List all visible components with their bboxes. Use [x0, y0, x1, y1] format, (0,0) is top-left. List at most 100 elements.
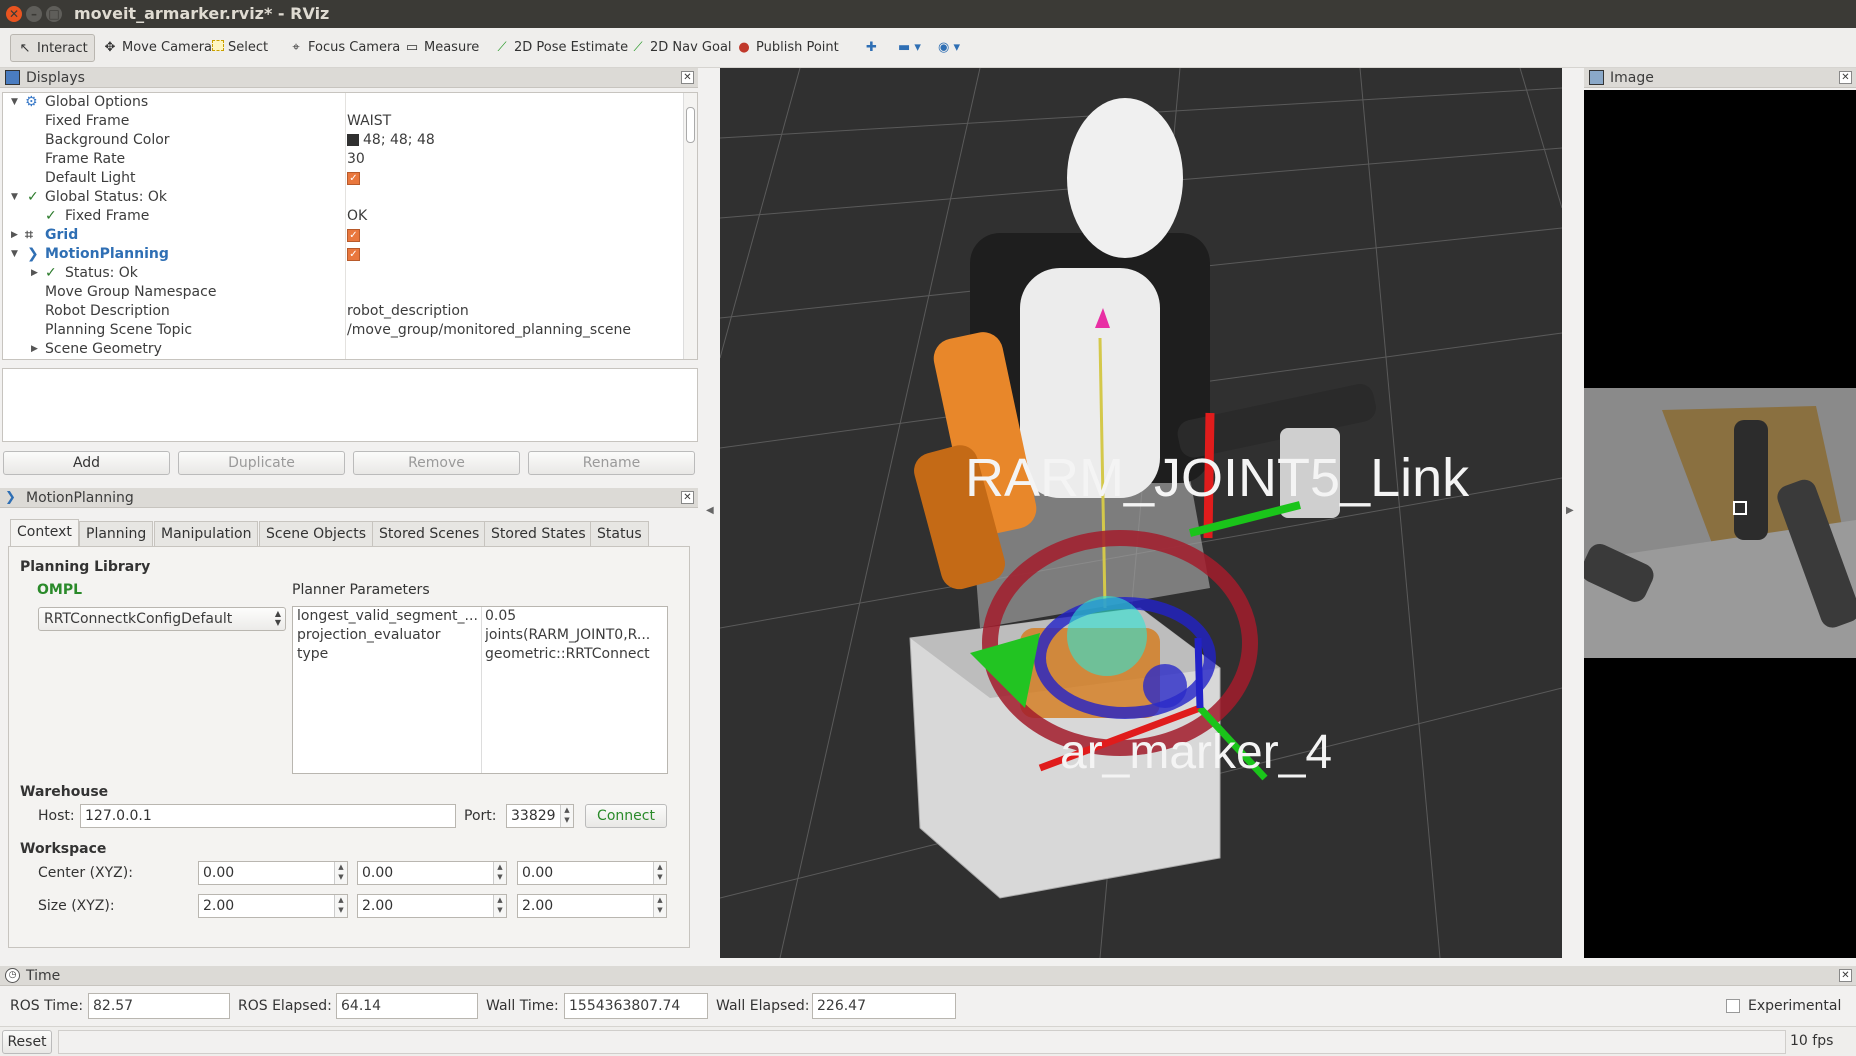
param-value[interactable]: geometric::RRTConnect [485, 645, 665, 664]
row-value[interactable]: WAIST [347, 112, 391, 131]
port-input[interactable]: 33829 ▲ ▼ [506, 804, 574, 828]
moveit-icon: ❯ [5, 490, 16, 505]
expand-arrow-icon[interactable]: ▼ [11, 188, 21, 207]
spin-arrows-icon[interactable]: ▲ ▼ [334, 895, 347, 917]
row-value[interactable]: /move_group/monitored_planning_scene [347, 321, 631, 340]
move-camera-tool-button[interactable]: ✥ Move Camera [96, 34, 218, 62]
size-x-input[interactable]: 2.00 ▲ ▼ [198, 894, 348, 918]
collapse-left-handle-icon[interactable]: ◀ [706, 505, 714, 516]
tab-scene-objects[interactable]: Scene Objects [259, 521, 374, 547]
spin-arrows-icon[interactable]: ▲ ▼ [560, 805, 573, 827]
remove-tool-icon[interactable]: ▬ ▾ [892, 34, 927, 62]
tree-row-grid[interactable]: ▶ ⌗ Grid ✓ [3, 226, 683, 245]
tab-planning[interactable]: Planning [79, 521, 154, 547]
expand-arrow-icon[interactable]: ▼ [11, 93, 21, 112]
ros-time-field[interactable]: 82.57 [88, 993, 230, 1019]
center-z-input[interactable]: 0.00 ▲ ▼ [517, 861, 667, 885]
library-name: OMPL [37, 582, 83, 598]
row-value[interactable]: robot_description [347, 302, 469, 321]
default-light-checkbox[interactable]: ✓ [347, 169, 360, 188]
reset-button[interactable]: Reset [2, 1030, 52, 1054]
tree-row-planning-scene-topic[interactable]: Planning Scene Topic /move_group/monitor… [3, 321, 683, 340]
spin-arrows-icon[interactable]: ▲ ▼ [653, 862, 666, 884]
close-icon[interactable]: ✕ [1839, 969, 1852, 982]
param-value[interactable]: 0.05 [485, 607, 665, 626]
host-input[interactable]: 127.0.0.1 [80, 804, 456, 828]
spin-arrows-icon[interactable]: ▲ ▼ [493, 895, 506, 917]
tab-stored-states[interactable]: Stored States [484, 521, 593, 547]
tree-row-default-light[interactable]: Default Light ✓ [3, 169, 683, 188]
grid-checkbox[interactable]: ✓ [347, 226, 360, 245]
close-icon[interactable]: ✕ [681, 71, 694, 84]
tab-status[interactable]: Status [590, 521, 649, 547]
expand-arrow-icon[interactable]: ▼ [11, 245, 21, 264]
add-button[interactable]: Add [3, 451, 170, 475]
tree-row-status[interactable]: ▶ ✓ Status: Ok [3, 264, 683, 283]
measure-tool-button[interactable]: ▭ Measure [398, 34, 485, 62]
center-x-input[interactable]: 0.00 ▲ ▼ [198, 861, 348, 885]
tree-scrollbar[interactable] [683, 93, 697, 359]
workspace-heading: Workspace [20, 841, 107, 857]
move-camera-label: Move Camera [122, 40, 213, 55]
tree-row-motion-planning[interactable]: ▼ ❯ MotionPlanning ✓ [3, 245, 683, 264]
spin-arrows-icon[interactable]: ▲ ▼ [653, 895, 666, 917]
rename-button[interactable]: Rename [528, 451, 695, 475]
remove-button[interactable]: Remove [353, 451, 520, 475]
interact-tool-button[interactable]: ↖ Interact [10, 34, 95, 62]
collapse-arrow-icon[interactable]: ▶ [11, 226, 21, 245]
close-icon[interactable]: ✕ [681, 491, 694, 504]
pose-estimate-tool-button[interactable]: ⟋ 2D Pose Estimate [488, 34, 634, 62]
planner-parameters-table[interactable]: longest_valid_segment_... 0.05 projectio… [292, 606, 668, 774]
collapse-arrow-icon[interactable]: ▶ [31, 264, 41, 283]
param-value[interactable]: joints(RARM_JOINT0,R... [485, 626, 665, 645]
camera-image [1581, 388, 1856, 658]
collapse-right-handle-icon[interactable]: ▶ [1566, 505, 1574, 516]
experimental-checkbox[interactable] [1726, 999, 1740, 1013]
scrollbar-thumb[interactable] [686, 107, 695, 143]
tab-manipulation[interactable]: Manipulation [154, 521, 259, 547]
row-name: MotionPlanning [45, 246, 169, 262]
collapse-arrow-icon[interactable]: ▶ [31, 340, 41, 359]
wall-time-field[interactable]: 1554363807.74 [564, 993, 708, 1019]
tab-context[interactable]: Context [10, 519, 79, 547]
planner-select[interactable]: RRTConnectkConfigDefault ▲ ▼ [38, 607, 286, 631]
tab-stored-scenes[interactable]: Stored Scenes [372, 521, 487, 547]
connect-button[interactable]: Connect [585, 804, 667, 828]
minimize-window-icon[interactable]: – [26, 6, 42, 22]
maximize-window-icon[interactable]: □ [46, 6, 62, 22]
row-name: Default Light [45, 170, 136, 186]
add-tool-icon[interactable]: ✚ [860, 34, 883, 62]
render-3d-view[interactable]: RARM_JOINT5_Link ar_marker_4 [720, 68, 1562, 958]
row-value-color[interactable]: 48; 48; 48 [347, 131, 435, 150]
view-eye-icon[interactable]: ◉ ▾ [932, 34, 966, 62]
warehouse-heading: Warehouse [20, 784, 109, 800]
tree-row-scene-geometry[interactable]: ▶ Scene Geometry [3, 340, 683, 359]
close-icon[interactable]: ✕ [1839, 71, 1852, 84]
tree-row-robot-description[interactable]: Robot Description robot_description [3, 302, 683, 321]
tree-row-background-color[interactable]: Background Color 48; 48; 48 [3, 131, 683, 150]
spin-arrows-icon[interactable]: ▲ ▼ [493, 862, 506, 884]
tree-row-global-status[interactable]: ▼ ✓ Global Status: Ok [3, 188, 683, 207]
center-y-input[interactable]: 0.00 ▲ ▼ [357, 861, 507, 885]
tree-row-frame-rate[interactable]: Frame Rate 30 [3, 150, 683, 169]
column-divider [481, 607, 482, 773]
size-z-input[interactable]: 2.00 ▲ ▼ [517, 894, 667, 918]
displays-title: Displays [26, 70, 85, 86]
row-name: Background Color [45, 132, 170, 148]
publish-point-tool-button[interactable]: ● Publish Point [730, 34, 845, 62]
tree-row-move-group-namespace[interactable]: Move Group Namespace [3, 283, 683, 302]
nav-goal-tool-button[interactable]: ⟋ 2D Nav Goal [624, 34, 738, 62]
wall-elapsed-field[interactable]: 226.47 [812, 993, 956, 1019]
motion-planning-checkbox[interactable]: ✓ [347, 245, 360, 264]
duplicate-button[interactable]: Duplicate [178, 451, 345, 475]
close-window-icon[interactable]: ✕ [6, 6, 22, 22]
focus-camera-tool-button[interactable]: ⌖ Focus Camera [282, 34, 406, 62]
tree-row-fixed-frame[interactable]: Fixed Frame WAIST [3, 112, 683, 131]
tree-row-global-options[interactable]: ▼ ⚙ Global Options [3, 93, 683, 112]
select-tool-button[interactable]: Select [206, 34, 274, 62]
spin-arrows-icon[interactable]: ▲ ▼ [334, 862, 347, 884]
ros-elapsed-field[interactable]: 64.14 [336, 993, 478, 1019]
row-value[interactable]: 30 [347, 150, 365, 169]
size-y-input[interactable]: 2.00 ▲ ▼ [357, 894, 507, 918]
tree-row-fixed-frame-status[interactable]: ✓ Fixed Frame OK [3, 207, 683, 226]
